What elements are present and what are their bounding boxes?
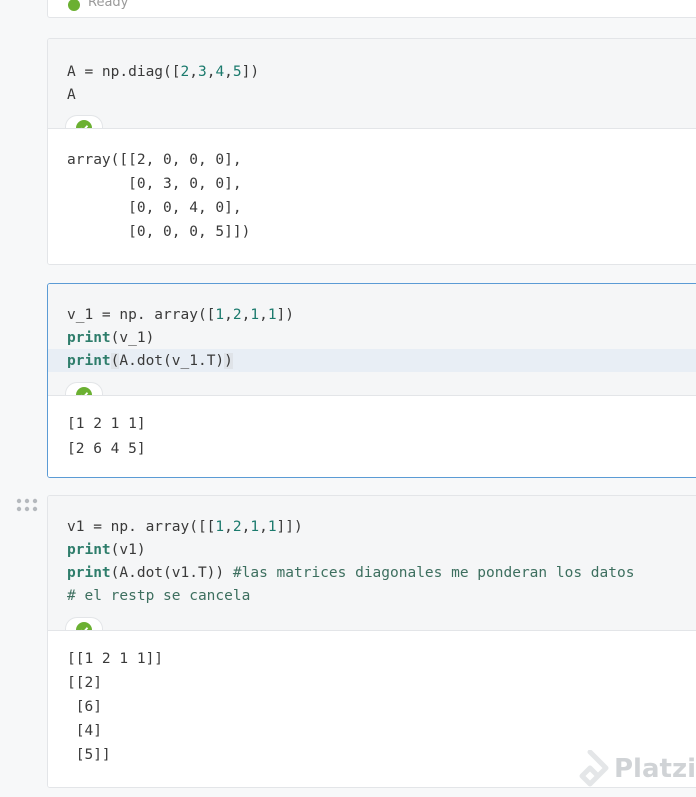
output-line: [0, 0, 0, 5]]) xyxy=(67,224,251,240)
output-line: [6] xyxy=(67,699,102,715)
code-input[interactable]: v1 = np. array([[1,2,1,1]]) print(v1) pr… xyxy=(48,496,696,630)
notebook-cell-1[interactable]: A = np.diag([2,3,4,5]) A array([[2, 0, 0… xyxy=(47,38,696,265)
output-line: [[2] xyxy=(67,675,102,691)
output-line: [2 6 4 5] xyxy=(67,441,146,457)
notebook-cell-3[interactable]: v1 = np. array([[1,2,1,1]]) print(v1) pr… xyxy=(47,495,696,788)
output-line: array([[2, 0, 0, 0], xyxy=(67,152,242,168)
platzi-logo-icon xyxy=(579,750,609,787)
check-circle-icon xyxy=(68,0,80,11)
cell-output: array([[2, 0, 0, 0], [0, 3, 0, 0], [0, 0… xyxy=(48,128,696,264)
output-line: [[1 2 1 1]] xyxy=(67,651,164,667)
output-line: [0, 0, 4, 0], xyxy=(67,200,242,216)
code-line: print(A.dot(v1.T)) #las matrices diagona… xyxy=(67,565,635,581)
code-line: print(v_1) xyxy=(67,330,155,346)
code-line: A xyxy=(67,87,76,103)
previous-cell[interactable]: Ready xyxy=(47,0,696,18)
cell-output: [1 2 1 1] [2 6 4 5] xyxy=(48,395,696,477)
output-line: [0, 3, 0, 0], xyxy=(67,176,242,192)
notebook-cell-2[interactable]: v_1 = np. array([1,2,1,1]) print(v_1) pr… xyxy=(47,283,696,478)
code-line: A = np.diag([2,3,4,5]) xyxy=(67,64,260,80)
code-line: v1 = np. array([[1,2,1,1]]) xyxy=(67,519,303,535)
output-line: [1 2 1 1] xyxy=(67,416,146,432)
code-line: print(A.dot(v_1.T)) xyxy=(67,353,233,369)
code-line: v_1 = np. array([1,2,1,1]) xyxy=(67,307,295,323)
code-line: # el restp se cancela xyxy=(67,588,251,604)
output-line: [5]] xyxy=(67,747,111,763)
drag-handle-icon[interactable] xyxy=(16,498,38,512)
output-line: [4] xyxy=(67,723,102,739)
cell-status-text: Ready xyxy=(88,0,129,10)
code-input[interactable]: A = np.diag([2,3,4,5]) A xyxy=(48,39,696,128)
code-line: print(v1) xyxy=(67,542,146,558)
platzi-watermark: Platzi xyxy=(614,754,696,784)
code-input[interactable]: v_1 = np. array([1,2,1,1]) print(v_1) pr… xyxy=(48,284,696,395)
